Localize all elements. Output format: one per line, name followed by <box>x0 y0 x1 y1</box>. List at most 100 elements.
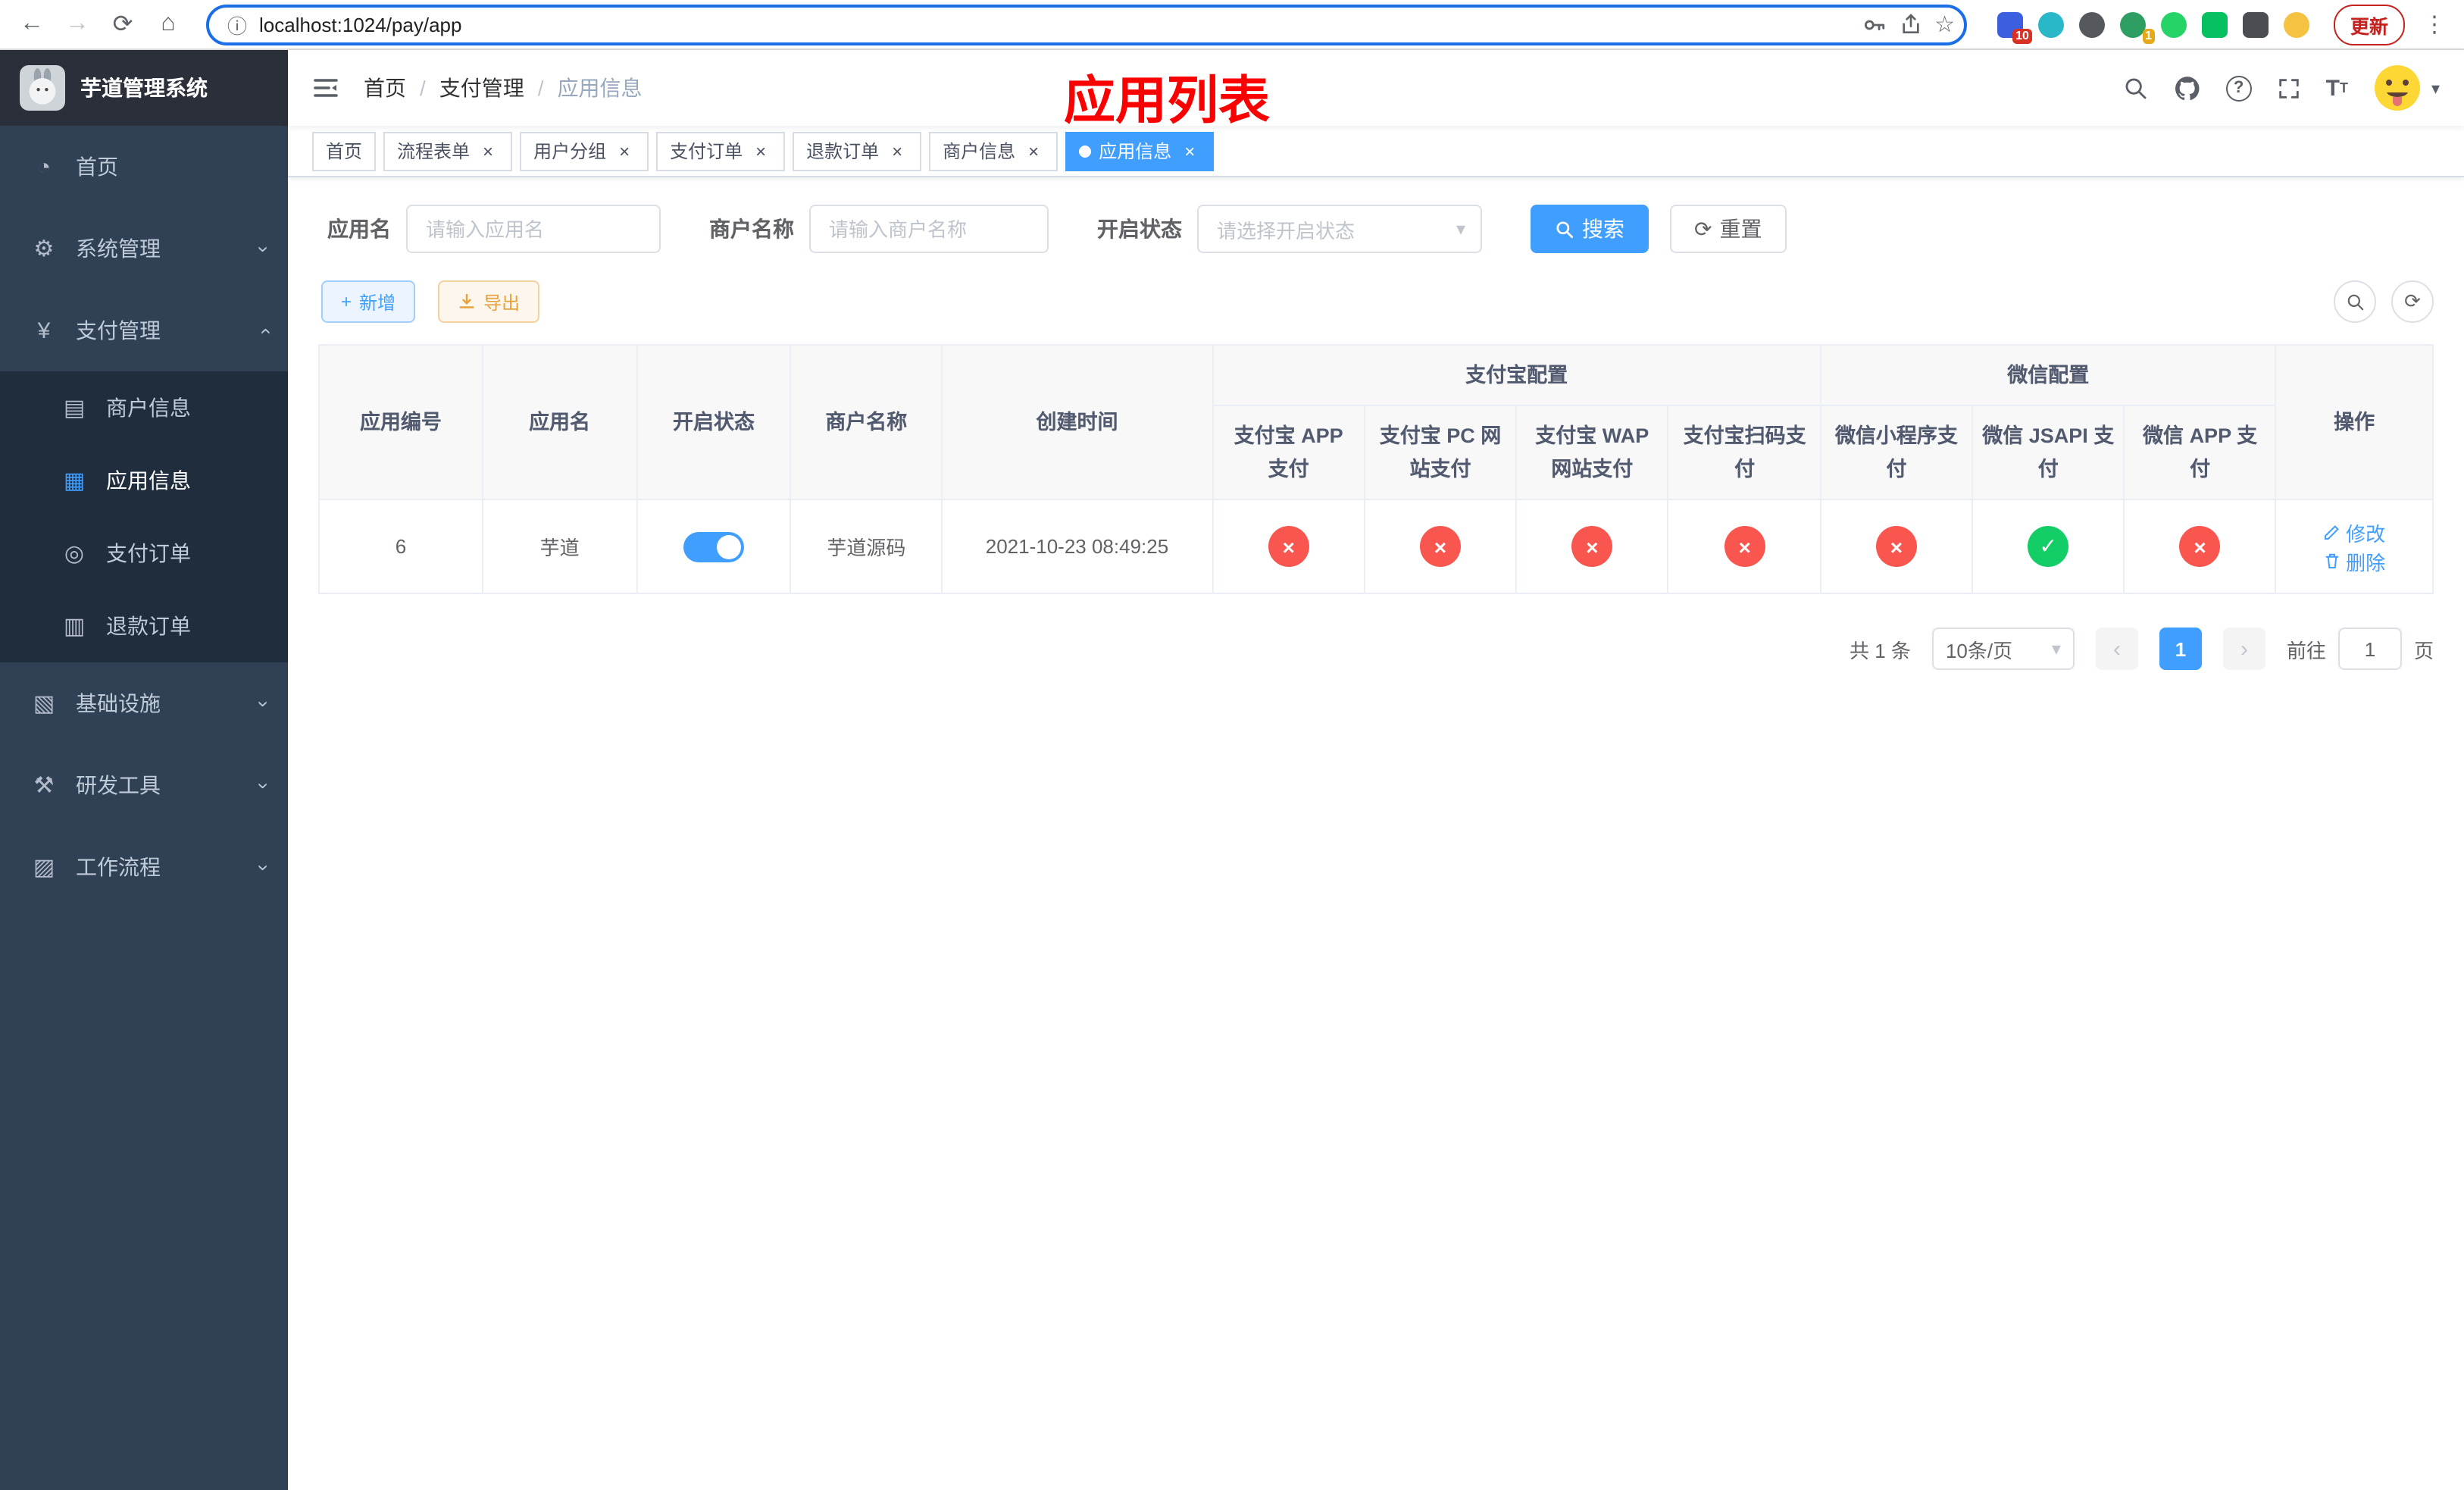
sidebar-item-merchant-info[interactable]: ▤ 商户信息 <box>0 371 288 444</box>
breadcrumb-payment[interactable]: 支付管理 <box>439 73 524 103</box>
toggle-search-icon[interactable] <box>2334 280 2376 323</box>
site-info-icon[interactable]: ⓘ <box>227 10 247 39</box>
tab-user-group[interactable]: 用户分组 × <box>520 131 649 171</box>
sidebar-toggle-icon[interactable] <box>312 74 339 102</box>
refresh-table-icon[interactable]: ⟳ <box>2391 280 2434 323</box>
config-status-icon: × <box>1875 526 1917 567</box>
export-button[interactable]: 导出 <box>438 280 540 323</box>
col-alipay-pc: 支付宝 PC 网站支付 <box>1364 405 1517 500</box>
extension-icon[interactable] <box>2037 11 2064 37</box>
sidebar-item-pay-orders[interactable]: ◎ 支付订单 <box>0 517 288 590</box>
browser-back-button[interactable]: ← <box>12 5 52 44</box>
emoji-extension-icon[interactable] <box>2283 11 2309 37</box>
sidebar-item-app-info[interactable]: ▦ 应用信息 <box>0 444 288 517</box>
github-icon[interactable] <box>2173 74 2202 102</box>
page-size-select[interactable]: 10条/页 ▾ <box>1931 628 2075 670</box>
close-icon[interactable]: × <box>477 140 499 161</box>
goto-page-input[interactable] <box>2337 628 2402 670</box>
app-table: 应用编号 应用名 开启状态 商户名称 创建时间 支付宝配置 微信配置 操作 支付… <box>318 344 2434 594</box>
app-logo[interactable]: 芋道管理系统 <box>0 50 288 126</box>
sidebar-item-devtools[interactable]: ⚒ 研发工具 › <box>0 744 288 826</box>
col-created: 创建时间 <box>940 344 1213 500</box>
font-size-icon[interactable]: TT <box>2326 77 2348 99</box>
browser-forward-button[interactable]: → <box>58 5 97 44</box>
extension-icon[interactable] <box>2201 11 2228 37</box>
tab-label: 退款订单 <box>806 141 880 162</box>
reset-button[interactable]: ⟳ 重置 <box>1670 205 1787 253</box>
next-page-button[interactable]: › <box>2222 628 2265 670</box>
status-toggle[interactable] <box>683 531 744 562</box>
tab-app-info[interactable]: 应用信息 × <box>1065 131 1215 171</box>
user-avatar[interactable]: ▾ <box>2372 62 2440 114</box>
tab-pay-orders[interactable]: 支付订单 × <box>656 131 786 171</box>
workflow-icon: ▨ <box>33 855 55 881</box>
tags-bar: 首页 流程表单 × 用户分组 × 支付订单 × 退款订单 × 商户信息 × 应用… <box>288 126 2464 177</box>
extension-icon[interactable] <box>2078 11 2105 37</box>
sidebar-item-label: 首页 <box>76 155 118 179</box>
gear-icon: ⚙ <box>33 236 55 262</box>
breadcrumb-home[interactable]: 首页 <box>364 73 406 103</box>
add-button[interactable]: + 新增 <box>321 280 416 323</box>
browser-menu-icon[interactable]: ⋮ <box>2417 11 2452 38</box>
chevron-down-icon: › <box>252 245 275 252</box>
status-select[interactable]: 请选择开启状态 ▾ <box>1197 205 1482 253</box>
avatar-emoji-icon <box>2375 65 2421 111</box>
edit-button[interactable]: 修改 <box>2323 518 2385 546</box>
close-icon[interactable]: × <box>886 140 908 161</box>
current-page-button[interactable]: 1 <box>2159 628 2202 670</box>
tab-merchant-info[interactable]: 商户信息 × <box>929 131 1058 171</box>
goto-unit: 页 <box>2413 639 2434 662</box>
merchant-name-input[interactable] <box>809 205 1049 253</box>
prev-page-button[interactable]: ‹ <box>2095 628 2138 670</box>
yen-icon: ¥ <box>37 318 51 343</box>
sidebar-item-workflow[interactable]: ▨ 工作流程 › <box>0 826 288 908</box>
app-title: 芋道管理系统 <box>80 76 208 100</box>
total-count: 共 1 条 <box>1850 639 1911 662</box>
cell-wechat-mini: × <box>1820 499 1973 594</box>
col-actions: 操作 <box>2275 344 2434 500</box>
main-area: 应用列表 首页 / 支付管理 / 应用信息 ? T T ▾ 首页 流程表单 × … <box>288 50 2464 1490</box>
address-bar[interactable]: ⓘ localhost:1024/pay/app ☆ <box>206 4 1967 45</box>
sidebar-item-system[interactable]: ⚙ 系统管理 › <box>0 208 288 290</box>
browser-home-button[interactable]: ⌂ <box>149 5 188 44</box>
search-icon[interactable] <box>2123 75 2149 101</box>
bookmark-star-icon[interactable]: ☆ <box>1934 11 1955 38</box>
delete-button[interactable]: 删除 <box>2323 546 2385 575</box>
sidebar-item-infrastructure[interactable]: ▧ 基础设施 › <box>0 662 288 744</box>
tab-process-form[interactable]: 流程表单 × <box>383 131 513 171</box>
extension-icon[interactable] <box>2160 11 2187 37</box>
col-wechat-mini: 微信小程序支付 <box>1820 405 1973 500</box>
app-name-input[interactable] <box>406 205 661 253</box>
tab-home[interactable]: 首页 <box>312 131 377 171</box>
password-key-icon[interactable] <box>1860 11 1886 37</box>
url-text[interactable]: localhost:1024/pay/app <box>259 13 1848 36</box>
cell-wechat-jsapi: ✓ <box>1971 499 2125 594</box>
close-icon[interactable]: × <box>614 140 635 161</box>
sidebar-item-label: 支付订单 <box>106 541 191 565</box>
active-dot <box>1079 145 1092 157</box>
col-alipay-qr: 支付宝扫码支付 <box>1667 405 1822 500</box>
goto-page: 前往 页 <box>2287 628 2434 670</box>
browser-reload-button[interactable]: ⟳ <box>103 5 142 44</box>
search-button[interactable]: 搜索 <box>1531 205 1649 253</box>
extension-icon[interactable]: 1 <box>2119 11 2155 43</box>
tab-refund-orders[interactable]: 退款订单 × <box>793 131 922 171</box>
chrome-update-button[interactable]: 更新 <box>2333 4 2405 45</box>
config-status-icon: × <box>1268 526 1309 567</box>
sidebar-item-payment[interactable]: ¥ 支付管理 › <box>0 290 288 371</box>
puzzle-extension-icon[interactable] <box>2242 11 2269 37</box>
sidebar-item-refund-orders[interactable]: ▥ 退款订单 <box>0 590 288 662</box>
sidebar-item-home[interactable]: ◔ 首页 <box>0 126 288 208</box>
col-wechat-jsapi: 微信 JSAPI 支付 <box>1971 405 2125 500</box>
col-alipay-wap: 支付宝 WAP 网站支付 <box>1515 405 1669 500</box>
share-icon[interactable] <box>1898 12 1922 36</box>
fullscreen-icon[interactable] <box>2276 75 2302 101</box>
extension-icon[interactable]: 10 <box>1997 11 2032 43</box>
help-icon[interactable]: ? <box>2225 75 2252 101</box>
close-icon[interactable]: × <box>1179 140 1200 161</box>
col-wechat-app: 微信 APP 支付 <box>2123 405 2277 500</box>
cell-actions: 修改 删除 <box>2275 499 2434 594</box>
close-icon[interactable]: × <box>750 140 771 161</box>
close-icon[interactable]: × <box>1023 140 1044 161</box>
table-row: 6 芋道 芋道源码 2021-10-23 08:49:25 × × × × × <box>318 499 2434 594</box>
